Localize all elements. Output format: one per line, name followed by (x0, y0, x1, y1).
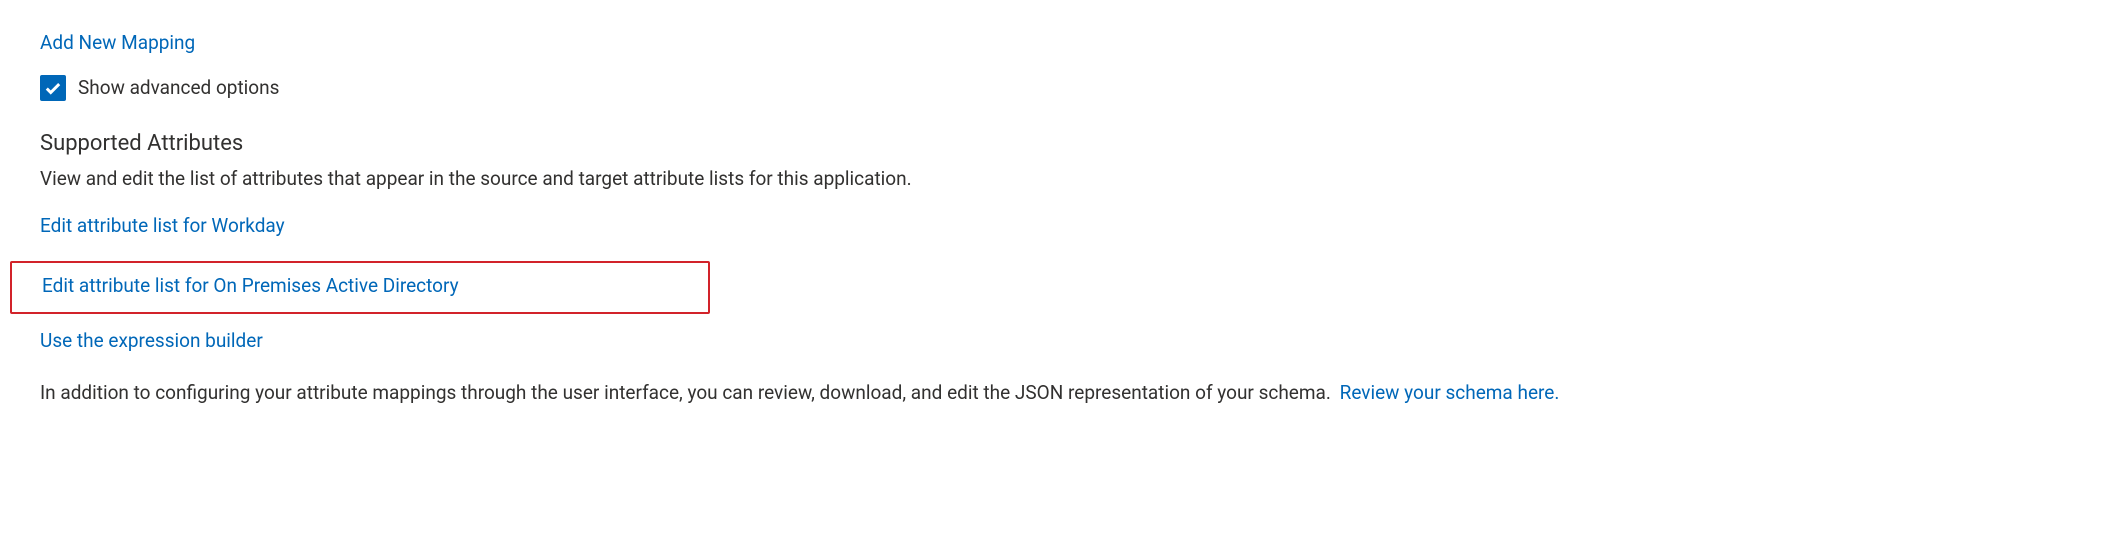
show-advanced-options-label: Show advanced options (78, 75, 279, 102)
edit-attribute-list-workday-link[interactable]: Edit attribute list for Workday (40, 213, 285, 240)
footer-description: In addition to configuring your attribut… (40, 380, 2084, 407)
show-advanced-options-row: Show advanced options (40, 75, 2084, 102)
highlighted-link-container: Edit attribute list for On Premises Acti… (10, 261, 710, 314)
add-new-mapping-link[interactable]: Add New Mapping (40, 30, 195, 57)
show-advanced-options-checkbox[interactable] (40, 75, 66, 101)
supported-attributes-heading: Supported Attributes (40, 129, 2084, 160)
edit-attribute-list-onprem-ad-link[interactable]: Edit attribute list for On Premises Acti… (42, 273, 459, 300)
checkmark-icon (44, 79, 62, 97)
use-expression-builder-link[interactable]: Use the expression builder (40, 328, 263, 355)
supported-attributes-description: View and edit the list of attributes tha… (40, 166, 2084, 193)
footer-text-prefix: In addition to configuring your attribut… (40, 381, 1331, 404)
review-schema-link[interactable]: Review your schema here. (1340, 380, 1560, 407)
